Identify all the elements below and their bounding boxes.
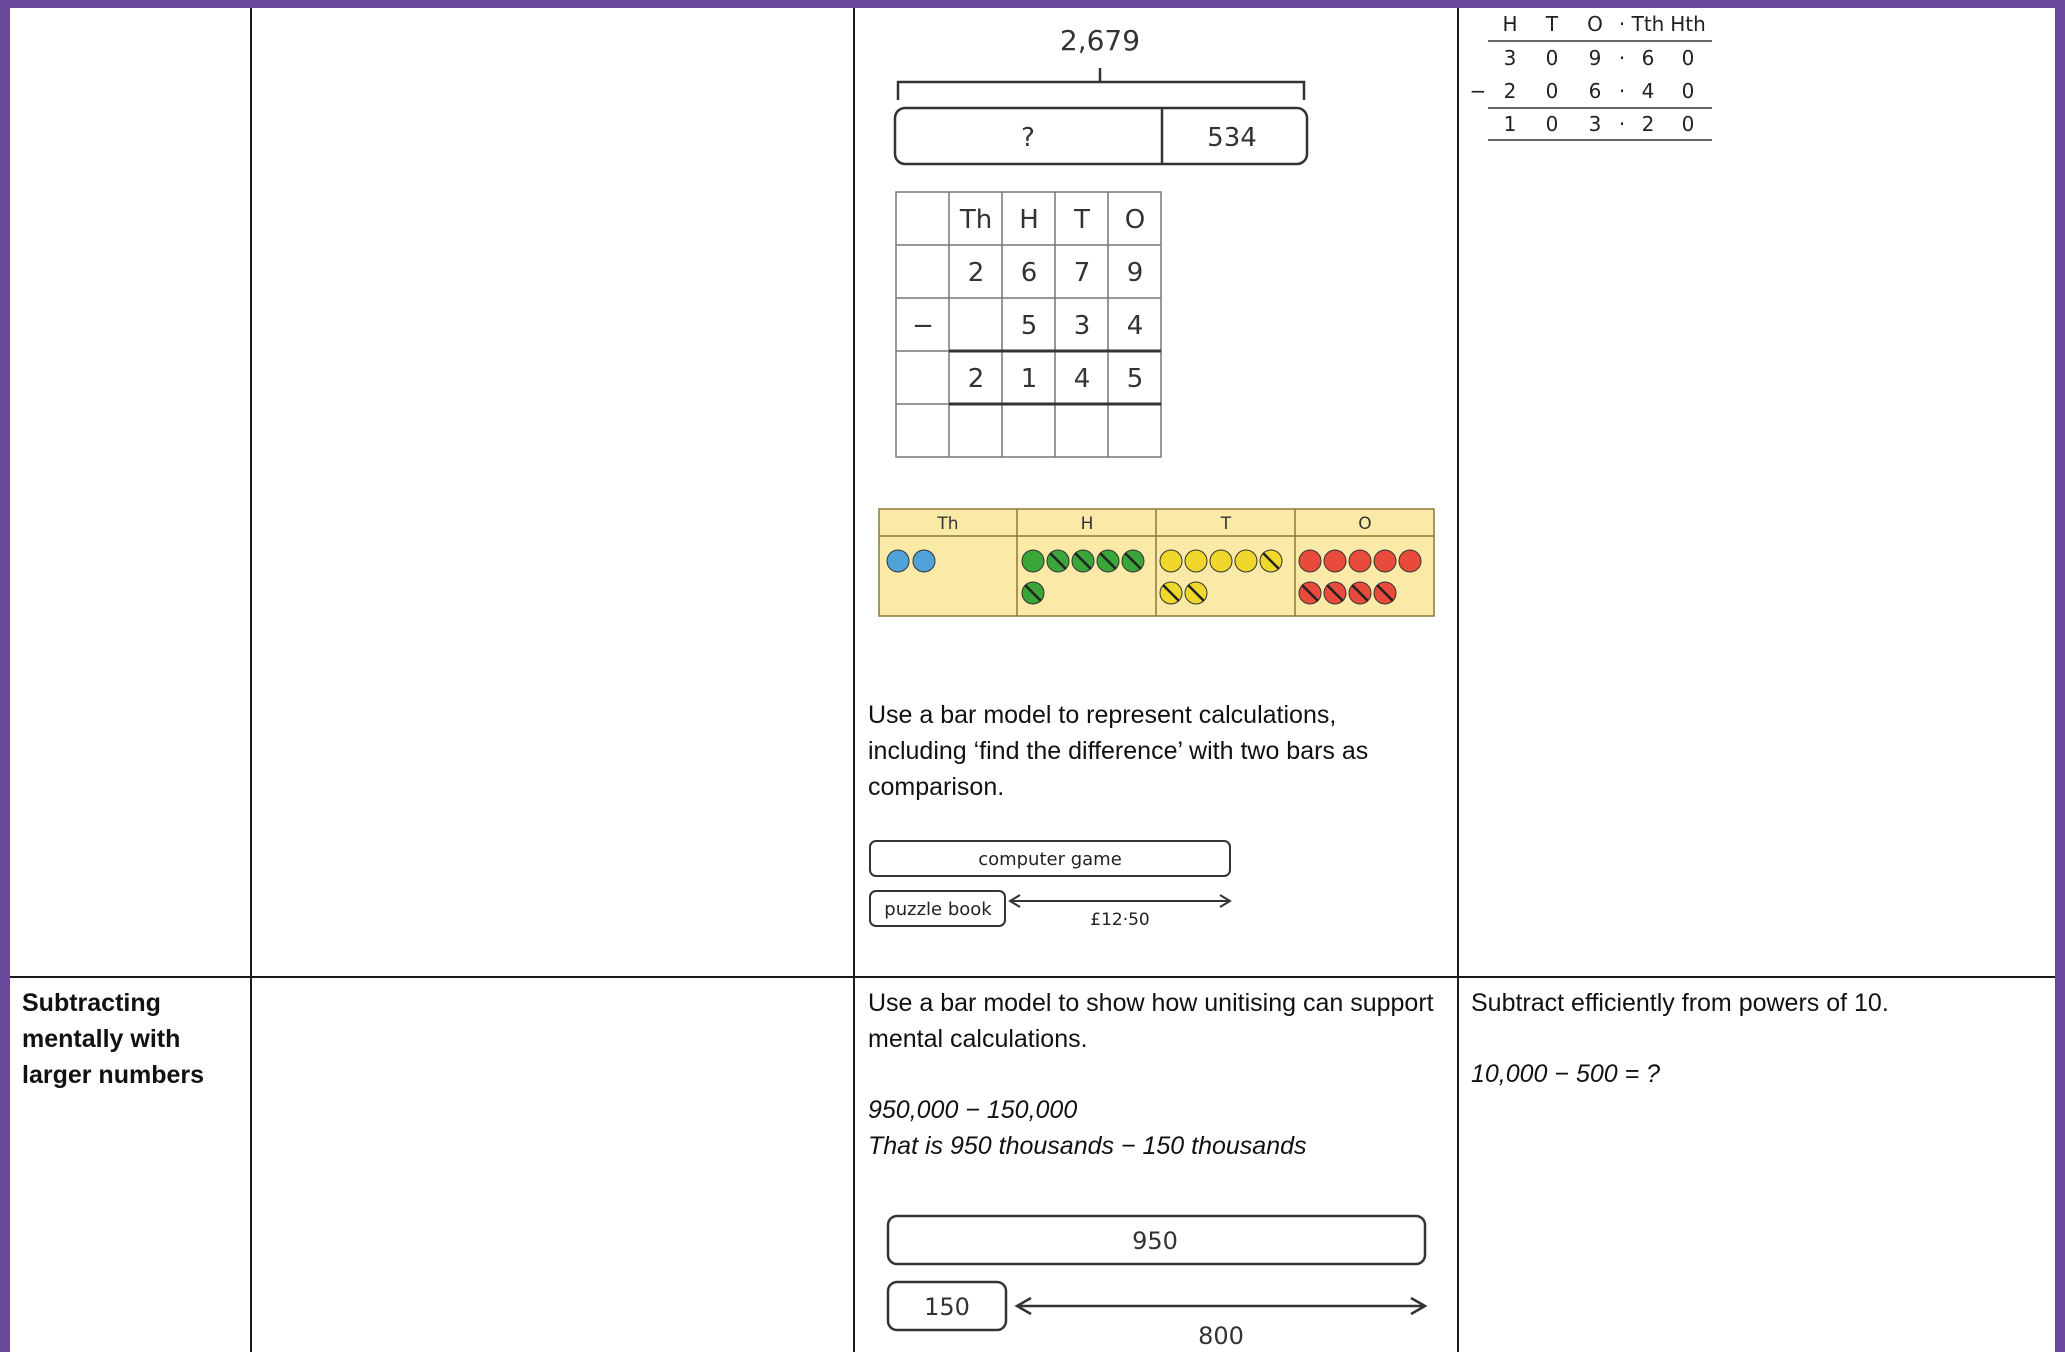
header-o: O	[1587, 12, 1603, 36]
header-h: H	[1502, 12, 1517, 36]
counter-header-th: Th	[936, 514, 958, 534]
row-divider	[10, 976, 2055, 978]
puzzle-book-label: puzzle book	[884, 899, 992, 920]
header-hth: Hth	[1670, 12, 1706, 36]
hundred-counter	[1021, 549, 1045, 573]
decimal-point: ·	[1619, 112, 1625, 136]
digit: 0	[1546, 46, 1559, 70]
column-subtraction-grid: Th H T O 2 6 7 9 − 5 3 4 2 1 4 5	[895, 191, 1162, 458]
digit: 0	[1546, 79, 1559, 103]
header-th: Th	[959, 205, 992, 235]
decimal-column-subtraction: H T O · Tth Hth 3 0 9 · 6 0 − 2 0 6 · 4 …	[1470, 12, 1712, 141]
digit: 3	[1504, 46, 1517, 70]
header-tth: Tth	[1631, 12, 1665, 36]
place-value-counters: Th H T O	[878, 508, 1435, 617]
one-counter	[1398, 549, 1422, 573]
digit: 2	[968, 258, 985, 288]
digit: 0	[1682, 79, 1695, 103]
unitising-instruction: Use a bar model to show how unitising ca…	[868, 989, 1434, 1053]
ten-counter	[1184, 549, 1208, 573]
one-counter	[1373, 549, 1397, 573]
bar-total-brace	[896, 68, 1306, 100]
comparison-bar-model: computer game puzzle book £12·50	[869, 840, 1232, 928]
header-o: O	[1125, 205, 1145, 235]
digit: 6	[1589, 79, 1602, 103]
powers-of-ten-instruction: Subtract efficiently from powers of 10.	[1471, 989, 1889, 1017]
powers-of-ten-calculation: 10,000 − 500 = ?	[1471, 1060, 1661, 1088]
one-counter	[1348, 549, 1372, 573]
column-divider-1	[250, 8, 252, 1352]
digit: 3	[1589, 112, 1602, 136]
digit: 2	[968, 364, 985, 394]
thousand-counter	[886, 549, 910, 573]
bar-950-label: 950	[1132, 1227, 1178, 1255]
ten-counter	[1209, 549, 1233, 573]
header-point: ·	[1619, 12, 1625, 36]
bar-part-label: 534	[1207, 123, 1257, 153]
bar-total-label: 2,679	[1060, 24, 1140, 57]
digit: 0	[1682, 46, 1695, 70]
digit: 5	[1021, 311, 1038, 341]
unitising-explanation: That is 950 thousands − 150 thousands	[868, 1132, 1307, 1160]
one-counter	[1298, 549, 1322, 573]
digit: 0	[1546, 112, 1559, 136]
digit: 2	[1504, 79, 1517, 103]
minus-sign: −	[912, 311, 934, 341]
digit: 5	[1127, 364, 1144, 394]
digit: 6	[1021, 258, 1038, 288]
counter-header-t: T	[1220, 514, 1232, 534]
digit: 9	[1127, 258, 1144, 288]
header-t: T	[1545, 12, 1559, 36]
counter-header-h: H	[1081, 514, 1094, 534]
digit: 1	[1504, 112, 1517, 136]
digit: 9	[1589, 46, 1602, 70]
digit: 3	[1074, 311, 1091, 341]
bar-model-instruction: Use a bar model to represent calculation…	[868, 701, 1369, 801]
counter-header-o: O	[1358, 514, 1371, 534]
unitising-calculation: 950,000 − 150,000	[868, 1096, 1078, 1124]
column-divider-3	[1457, 8, 1459, 1352]
digit: 2	[1642, 112, 1655, 136]
digit: 1	[1021, 364, 1038, 394]
digit: 4	[1074, 364, 1091, 394]
ten-counter	[1234, 549, 1258, 573]
column-divider-2	[853, 8, 855, 1352]
decimal-point: ·	[1619, 79, 1625, 103]
ten-counter	[1159, 549, 1183, 573]
digit: 4	[1642, 79, 1655, 103]
digit: 7	[1074, 258, 1091, 288]
digit: 6	[1642, 46, 1655, 70]
row-heading-subtracting-mentally: Subtracting mentally with larger numbers	[22, 989, 205, 1089]
bar-150-label: 150	[924, 1293, 970, 1321]
one-counter	[1323, 549, 1347, 573]
bar-model-total: 2,679 ? 534	[893, 24, 1309, 166]
digit: 0	[1682, 112, 1695, 136]
difference-label: 800	[1198, 1322, 1244, 1350]
digit: 4	[1127, 311, 1144, 341]
bar-unknown-label: ?	[1021, 123, 1035, 153]
difference-label: £12·50	[1090, 910, 1149, 928]
header-h: H	[1019, 205, 1039, 235]
computer-game-label: computer game	[978, 849, 1122, 870]
header-t: T	[1073, 205, 1090, 235]
thousand-counter	[912, 549, 936, 573]
minus-sign: −	[1470, 79, 1486, 103]
decimal-point: ·	[1619, 46, 1625, 70]
unitising-bar-model: 950 150 800	[886, 1214, 1428, 1350]
